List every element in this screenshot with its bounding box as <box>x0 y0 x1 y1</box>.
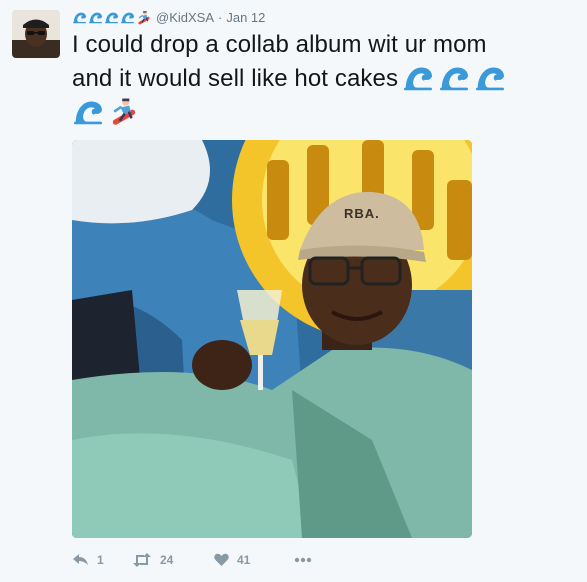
tweet-header: @KidXSA · Jan 12 <box>72 8 265 26</box>
wave-emoji-icon <box>402 64 434 92</box>
wave-emoji-icon <box>72 11 87 24</box>
like-count: 41 <box>237 553 251 567</box>
user-handle[interactable]: @KidXSA <box>156 10 214 25</box>
tweet-card[interactable]: @KidXSA · Jan 12 I could drop a collab a… <box>0 0 587 582</box>
wave-emoji-icon <box>438 64 470 92</box>
wave-emoji-icon <box>120 11 135 24</box>
snowboarder-emoji-icon <box>136 10 152 25</box>
tweet-actions: 1 24 41 <box>72 552 324 568</box>
retweet-icon <box>133 553 151 567</box>
separator-dot: · <box>218 9 223 25</box>
avatar-image <box>12 10 60 58</box>
reply-button[interactable]: 1 <box>72 553 132 567</box>
retweet-button[interactable]: 24 <box>132 553 214 567</box>
cap-text: RBA. <box>344 206 380 221</box>
tweet-date[interactable]: Jan 12 <box>226 10 265 25</box>
like-button[interactable]: 41 <box>214 553 294 567</box>
photo-image <box>72 140 472 538</box>
heart-icon <box>214 553 229 566</box>
tweet-text: I could drop a collab album wit ur mom a… <box>72 28 572 130</box>
more-dots-icon <box>294 557 312 563</box>
more-options-button[interactable] <box>294 557 324 563</box>
retweet-count: 24 <box>160 553 174 567</box>
reply-count: 1 <box>97 553 104 567</box>
tweet-text-line-2: and it would sell like hot cakes <box>72 65 399 92</box>
wave-emoji-icon <box>72 98 104 126</box>
wave-emoji-icon <box>474 64 506 92</box>
tweet-photo[interactable]: RBA. <box>72 140 472 538</box>
tweet-text-line-1: I could drop a collab album wit ur mom <box>72 31 487 58</box>
avatar[interactable] <box>12 10 60 58</box>
reply-icon <box>73 554 88 565</box>
wave-emoji-icon <box>104 11 119 24</box>
wave-emoji-icon <box>88 11 103 24</box>
snowboarder-emoji-icon <box>108 96 140 126</box>
